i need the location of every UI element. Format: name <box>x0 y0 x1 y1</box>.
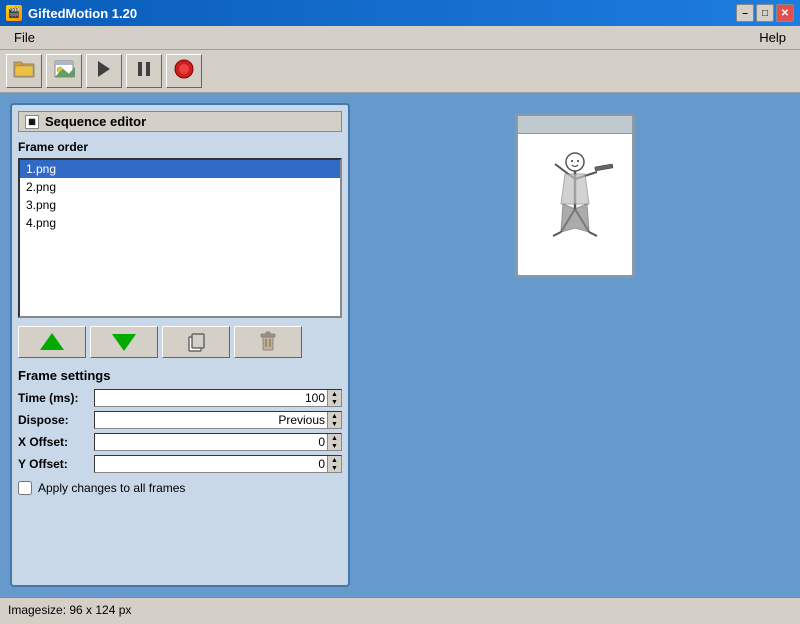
panel-header: ▦ Sequence editor <box>18 111 342 132</box>
toolbar <box>0 50 800 93</box>
panel-header-icon: ▦ <box>25 115 39 129</box>
main-content: ▦ Sequence editor Frame order 1.png 2.pn… <box>0 93 800 597</box>
yoffset-label: Y Offset: <box>18 457 90 471</box>
play-icon <box>96 60 112 83</box>
time-label: Time (ms): <box>18 391 90 405</box>
open-button[interactable] <box>6 54 42 88</box>
panel-title: Sequence editor <box>45 114 146 129</box>
image-icon <box>53 59 75 84</box>
preview-frame <box>515 113 635 278</box>
xoffset-up[interactable]: ▲ <box>328 434 341 442</box>
menu-file[interactable]: File <box>6 28 43 47</box>
title-bar: 🎬 GiftedMotion 1.20 – □ ✕ <box>0 0 800 26</box>
window-controls: – □ ✕ <box>736 4 794 22</box>
preview-area <box>360 103 790 587</box>
close-button[interactable]: ✕ <box>776 4 794 22</box>
time-row: Time (ms): ▲ ▼ <box>18 389 342 407</box>
open-icon <box>13 59 35 84</box>
time-spinner: ▲ ▼ <box>327 390 341 406</box>
menu-help[interactable]: Help <box>751 28 794 47</box>
xoffset-label: X Offset: <box>18 435 90 449</box>
frame-order-label: Frame order <box>18 140 342 154</box>
move-up-button[interactable] <box>18 326 86 358</box>
preview-top-strip <box>518 116 632 134</box>
frame-item-3[interactable]: 3.png <box>20 196 340 214</box>
delete-button[interactable] <box>234 326 302 358</box>
time-up[interactable]: ▲ <box>328 390 341 398</box>
yoffset-row: Y Offset: ▲ ▼ <box>18 455 342 473</box>
image-button[interactable] <box>46 54 82 88</box>
menu-bar: File Help <box>0 26 800 50</box>
time-down[interactable]: ▼ <box>328 398 341 406</box>
record-icon <box>173 58 195 85</box>
preview-figure <box>535 144 615 264</box>
move-down-button[interactable] <box>90 326 158 358</box>
xoffset-input-wrap: ▲ ▼ <box>94 433 342 451</box>
minimize-button[interactable]: – <box>736 4 754 22</box>
dispose-down[interactable]: ▼ <box>328 420 341 428</box>
dispose-up[interactable]: ▲ <box>328 412 341 420</box>
play-button[interactable] <box>86 54 122 88</box>
dispose-label: Dispose: <box>18 413 90 427</box>
apply-all-label: Apply changes to all frames <box>38 481 185 495</box>
status-text: Imagesize: 96 x 124 px <box>8 603 131 617</box>
copy-button[interactable] <box>162 326 230 358</box>
frame-item-4[interactable]: 4.png <box>20 214 340 232</box>
xoffset-input[interactable] <box>95 434 327 450</box>
yoffset-input[interactable] <box>95 456 327 472</box>
time-input-wrap: ▲ ▼ <box>94 389 342 407</box>
xoffset-spinner: ▲ ▼ <box>327 434 341 450</box>
frame-item-1[interactable]: 1.png <box>20 160 340 178</box>
xoffset-down[interactable]: ▼ <box>328 442 341 450</box>
pause-icon <box>136 60 152 83</box>
dispose-input[interactable] <box>95 412 327 428</box>
action-buttons <box>18 326 342 358</box>
frame-item-2[interactable]: 2.png <box>20 178 340 196</box>
status-bar: Imagesize: 96 x 124 px <box>0 597 800 621</box>
record-button[interactable] <box>166 54 202 88</box>
yoffset-up[interactable]: ▲ <box>328 456 341 464</box>
xoffset-row: X Offset: ▲ ▼ <box>18 433 342 451</box>
dispose-input-wrap: ▲ ▼ <box>94 411 342 429</box>
dispose-row: Dispose: ▲ ▼ <box>18 411 342 429</box>
apply-all-checkbox[interactable] <box>18 481 32 495</box>
left-panel: ▦ Sequence editor Frame order 1.png 2.pn… <box>10 103 350 587</box>
maximize-button[interactable]: □ <box>756 4 774 22</box>
yoffset-input-wrap: ▲ ▼ <box>94 455 342 473</box>
app-title: GiftedMotion 1.20 <box>28 6 137 21</box>
yoffset-down[interactable]: ▼ <box>328 464 341 472</box>
pause-button[interactable] <box>126 54 162 88</box>
frame-list[interactable]: 1.png 2.png 3.png 4.png <box>18 158 342 318</box>
yoffset-spinner: ▲ ▼ <box>327 456 341 472</box>
dispose-spinner: ▲ ▼ <box>327 412 341 428</box>
frame-settings-label: Frame settings <box>18 368 342 383</box>
apply-all-row: Apply changes to all frames <box>18 481 342 495</box>
app-icon: 🎬 <box>6 5 22 21</box>
time-input[interactable] <box>95 390 327 406</box>
